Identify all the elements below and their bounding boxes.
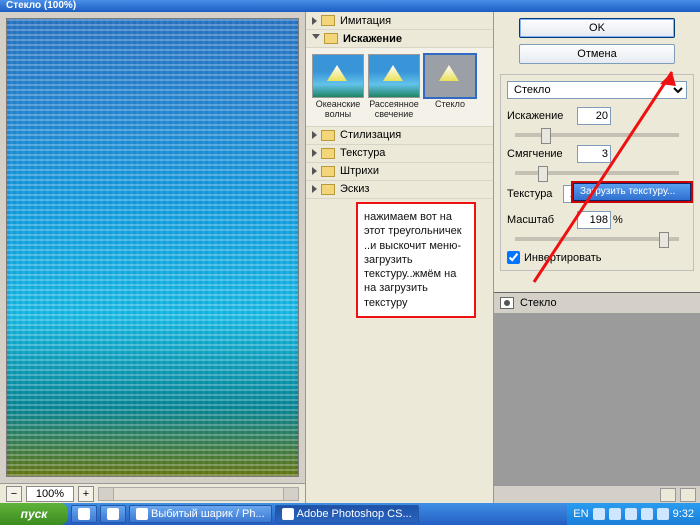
effect-layers-pane: Стекло	[494, 292, 700, 503]
expand-icon	[312, 131, 317, 139]
expand-icon	[312, 167, 317, 175]
tree-imitation[interactable]: Имитация	[306, 12, 493, 30]
tray-icon[interactable]	[593, 508, 605, 520]
folder-icon	[321, 148, 335, 159]
collapse-icon	[312, 34, 320, 43]
thumb-diffuse[interactable]: Рассеянное свечение	[368, 54, 420, 120]
folder-icon	[324, 33, 338, 44]
distortion-label: Искажение	[507, 110, 577, 122]
distortion-input[interactable]	[577, 107, 611, 125]
scale-suffix: %	[613, 214, 623, 226]
controls-pane: OK Отмена Стекло Искажение Смягчение Тек…	[494, 12, 700, 503]
preview-scrollbar[interactable]	[98, 487, 299, 501]
invert-label: Инвертировать	[524, 252, 601, 264]
tree-label: Имитация	[340, 15, 391, 27]
scale-slider[interactable]	[515, 237, 679, 241]
taskbar-app-2[interactable]: Adobe Photoshop CS...	[275, 505, 419, 523]
expand-icon	[312, 149, 317, 157]
folder-icon	[321, 130, 335, 141]
tree-stylization[interactable]: Стилизация	[306, 127, 493, 145]
taskbar-app-1[interactable]: Выбитый шарик / Ph...	[129, 505, 272, 523]
quick-launch-1[interactable]	[71, 505, 97, 523]
app-icon	[107, 508, 119, 520]
tree-label: Эскиз	[340, 183, 369, 195]
clock[interactable]: 9:32	[673, 508, 694, 520]
expand-icon	[312, 17, 317, 25]
tree-strokes[interactable]: Штрихи	[306, 163, 493, 181]
folder-icon	[321, 184, 335, 195]
smoothness-input[interactable]	[577, 145, 611, 163]
effect-layer-item[interactable]: Стекло	[494, 293, 700, 313]
app-icon	[282, 508, 294, 520]
tray-icon[interactable]	[609, 508, 621, 520]
folder-icon	[321, 15, 335, 26]
smoothness-label: Смягчение	[507, 148, 577, 160]
distortion-row: Искажение	[507, 107, 687, 125]
distortion-slider[interactable]	[515, 133, 679, 137]
effect-layer-label: Стекло	[520, 297, 557, 309]
invert-checkbox[interactable]	[507, 251, 520, 264]
zoom-out-button[interactable]: −	[6, 486, 22, 502]
scale-input[interactable]	[577, 211, 611, 229]
thumbnail-row: Океанские волны Рассеянное свечение Стек…	[306, 48, 493, 127]
thumb-ocean[interactable]: Океанские волны	[312, 54, 364, 120]
smoothness-slider[interactable]	[515, 171, 679, 175]
scale-label: Масштаб	[507, 214, 577, 226]
tree-label: Искажение	[343, 33, 402, 45]
texture-row: Текстура Холст Загрузить текстуру...	[507, 185, 687, 203]
filter-name-select[interactable]: Стекло	[507, 81, 687, 99]
tree-label: Стилизация	[340, 129, 401, 141]
language-indicator[interactable]: EN	[573, 508, 588, 520]
tray-icon[interactable]	[625, 508, 637, 520]
zoom-bar: − 100% +	[0, 483, 305, 503]
smoothness-row: Смягчение	[507, 145, 687, 163]
filter-tree-pane: Имитация Искажение Океанские волны Рассе…	[306, 12, 494, 503]
delete-effect-button[interactable]	[680, 488, 696, 502]
tray-icon[interactable]	[641, 508, 653, 520]
zoom-in-button[interactable]: +	[78, 486, 94, 502]
tray-icon[interactable]	[657, 508, 669, 520]
app-icon	[136, 508, 148, 520]
load-texture-menu-item[interactable]: Загрузить текстуру...	[573, 183, 691, 201]
annotation-box: нажимаем вот на этот треугольничек ..и в…	[356, 202, 476, 318]
filter-settings-group: Стекло Искажение Смягчение Текстура Холс…	[500, 74, 694, 271]
texture-label: Текстура	[507, 188, 563, 200]
folder-icon	[321, 166, 335, 177]
workspace: − 100% + Имитация Искажение Океанские во…	[0, 12, 700, 503]
effect-toolbar	[494, 485, 700, 503]
new-effect-button[interactable]	[660, 488, 676, 502]
app-icon	[78, 508, 90, 520]
tree-label: Штрихи	[340, 165, 379, 177]
preview-pane: − 100% +	[0, 12, 306, 503]
system-tray[interactable]: EN 9:32	[567, 503, 700, 525]
cancel-button[interactable]: Отмена	[519, 44, 675, 64]
tree-distortion[interactable]: Искажение	[306, 30, 493, 48]
start-button[interactable]: пуск	[0, 503, 68, 525]
eye-icon[interactable]	[500, 297, 514, 309]
scale-row: Масштаб %	[507, 211, 687, 229]
preview-canvas[interactable]	[6, 18, 299, 477]
taskbar: пуск Выбитый шарик / Ph... Adobe Photosh…	[0, 503, 700, 525]
tree-sketch[interactable]: Эскиз	[306, 181, 493, 199]
zoom-value[interactable]: 100%	[26, 486, 74, 502]
tree-label: Текстура	[340, 147, 385, 159]
invert-row: Инвертировать	[507, 251, 687, 264]
thumb-glass[interactable]: Стекло	[424, 54, 476, 120]
tree-texture[interactable]: Текстура	[306, 145, 493, 163]
window-title: Стекло (100%)	[0, 0, 700, 12]
expand-icon	[312, 185, 317, 193]
quick-launch-2[interactable]	[100, 505, 126, 523]
ok-button[interactable]: OK	[519, 18, 675, 38]
